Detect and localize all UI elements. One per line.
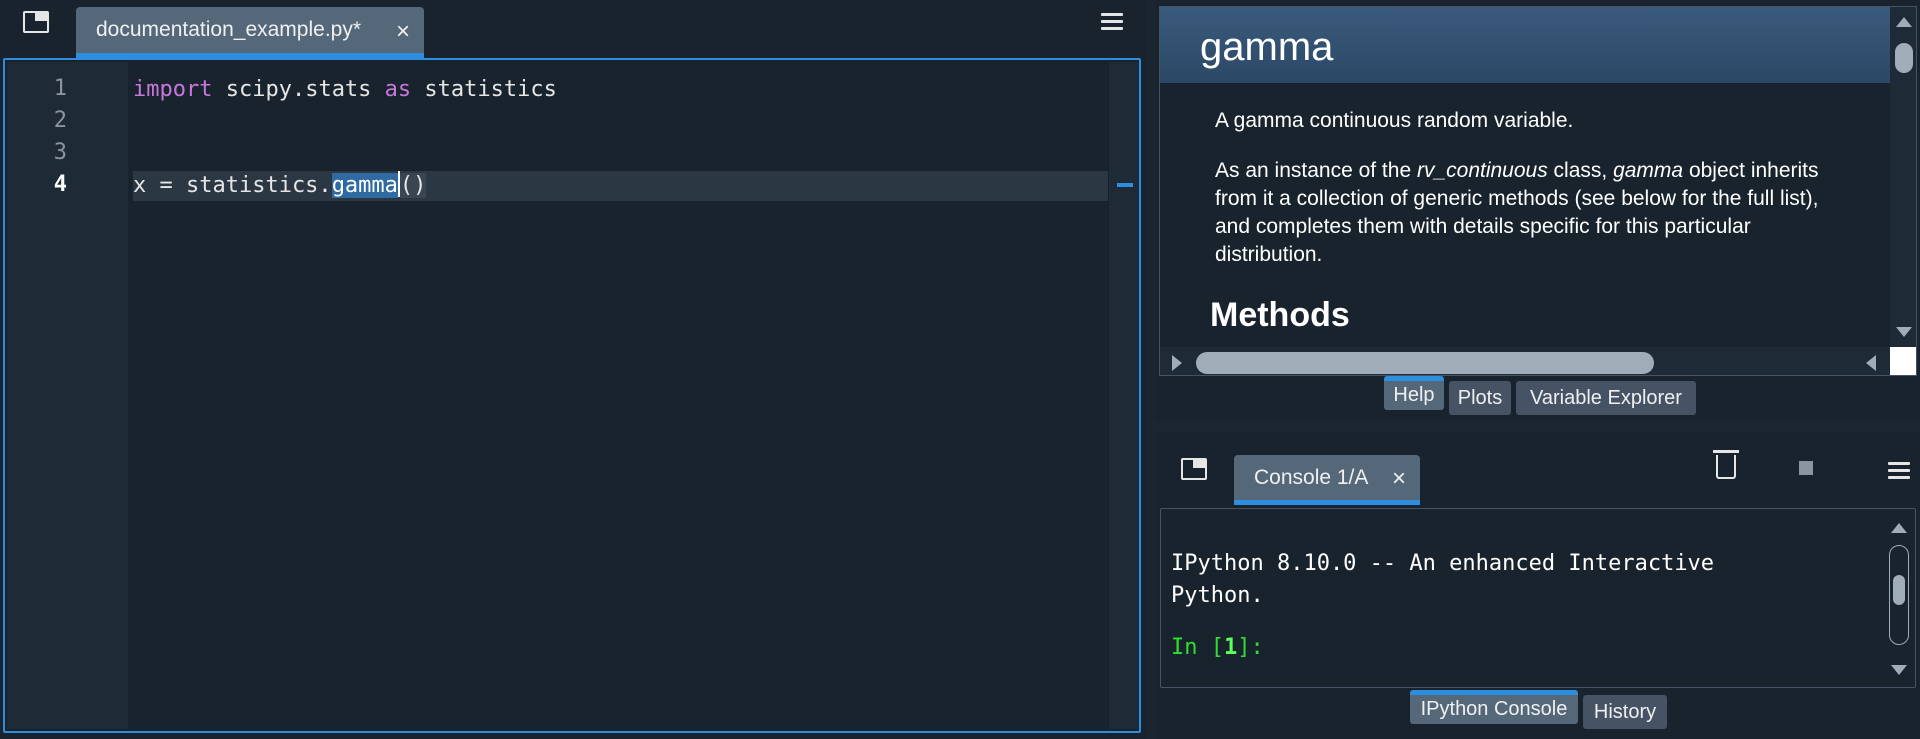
tab-plots[interactable]: Plots — [1449, 381, 1511, 415]
code-editor[interactable]: 1 2 3 4 import scipy.stats as statistics… — [3, 58, 1141, 733]
editor-tab[interactable]: documentation_example.py* × — [76, 7, 424, 58]
code-line[interactable] — [133, 107, 1108, 137]
editor-scrollbar[interactable] — [1109, 62, 1139, 729]
console-banner: IPython 8.10.0 -- An enhanced Interactiv… — [1171, 551, 1715, 576]
horizontal-splitter[interactable] — [1156, 420, 1920, 432]
editor-toolbar: documentation_example.py* × — [0, 0, 1146, 58]
close-icon[interactable]: × — [396, 18, 410, 46]
hamburger-icon[interactable] — [1888, 462, 1910, 480]
scroll-up-icon[interactable] — [1896, 17, 1912, 27]
tab-ipython-console[interactable]: IPython Console — [1410, 690, 1578, 724]
scroll-down-icon[interactable] — [1891, 665, 1907, 675]
console-tab-label: Console 1/A — [1254, 465, 1369, 489]
tab-history[interactable]: History — [1583, 695, 1667, 729]
tab-variable-explorer[interactable]: Variable Explorer — [1516, 381, 1696, 415]
code-text: scipy.stats — [212, 77, 385, 102]
scrollbar-thumb[interactable] — [1893, 575, 1905, 605]
hamburger-icon[interactable] — [1101, 13, 1123, 31]
line-number: 1 — [53, 76, 67, 101]
editor-pane: documentation_example.py* × 1 2 3 4 impo… — [0, 0, 1146, 739]
code-line[interactable] — [133, 139, 1108, 169]
scroll-left-icon[interactable] — [1866, 355, 1876, 371]
tab-help[interactable]: Help — [1384, 376, 1444, 410]
scroll-right-icon[interactable] — [1172, 355, 1182, 371]
vertical-splitter[interactable] — [1146, 0, 1156, 739]
scrollbar-thumb[interactable] — [1196, 352, 1654, 374]
code-text-area[interactable]: import scipy.stats as statistics x = sta… — [133, 62, 1108, 729]
help-pane: gamma A gamma continuous random variable… — [1156, 0, 1920, 420]
scrollbar-thumb[interactable] — [1895, 43, 1913, 73]
keyword-as: as — [384, 77, 412, 102]
scroll-up-icon[interactable] — [1891, 523, 1907, 533]
undock-icon[interactable] — [1181, 458, 1207, 480]
code-line[interactable]: import scipy.stats as statistics — [133, 75, 1108, 105]
code-line-current[interactable]: x = statistics.gamma() — [133, 171, 1108, 201]
help-horizontal-scrollbar[interactable] — [1160, 347, 1890, 375]
console-tab[interactable]: Console 1/A × — [1234, 455, 1420, 505]
undock-icon[interactable] — [23, 11, 49, 33]
keyword-import: import — [133, 77, 213, 102]
help-methods-heading: Methods — [1210, 296, 1350, 334]
code-text: ( — [399, 173, 414, 198]
selected-text: gamma — [331, 173, 398, 198]
ipython-console[interactable]: IPython 8.10.0 -- An enhanced Interactiv… — [1160, 508, 1916, 688]
close-icon[interactable]: × — [1392, 465, 1406, 493]
help-viewer[interactable]: gamma A gamma continuous random variable… — [1159, 6, 1917, 376]
scrollbar-corner — [1890, 347, 1916, 375]
console-pane: Console 1/A × IPython 8.10.0 -- An enhan… — [1156, 432, 1920, 739]
console-scrollbar[interactable] — [1881, 509, 1915, 687]
console-prompt[interactable]: In [1]: — [1171, 635, 1264, 660]
scroll-marker — [1117, 183, 1133, 187]
help-vertical-scrollbar[interactable] — [1890, 7, 1916, 347]
line-number-gutter: 1 2 3 4 — [7, 62, 128, 729]
console-banner: Python. — [1171, 583, 1264, 608]
help-title: gamma — [1160, 7, 1890, 83]
code-text: ) — [413, 173, 427, 198]
line-number: 2 — [53, 108, 67, 133]
help-paragraph: A gamma continuous random variable. — [1215, 109, 1574, 132]
trash-icon[interactable] — [1713, 450, 1739, 479]
line-number-current: 4 — [53, 172, 67, 197]
scroll-down-icon[interactable] — [1896, 327, 1912, 337]
line-number: 3 — [53, 140, 67, 165]
help-paragraph: As an instance of the rv_continuous clas… — [1215, 159, 1819, 266]
editor-tab-label: documentation_example.py* — [96, 18, 362, 41]
stop-icon[interactable] — [1799, 461, 1813, 475]
code-text: statistics — [411, 77, 557, 102]
code-text: x = statistics. — [133, 173, 332, 198]
